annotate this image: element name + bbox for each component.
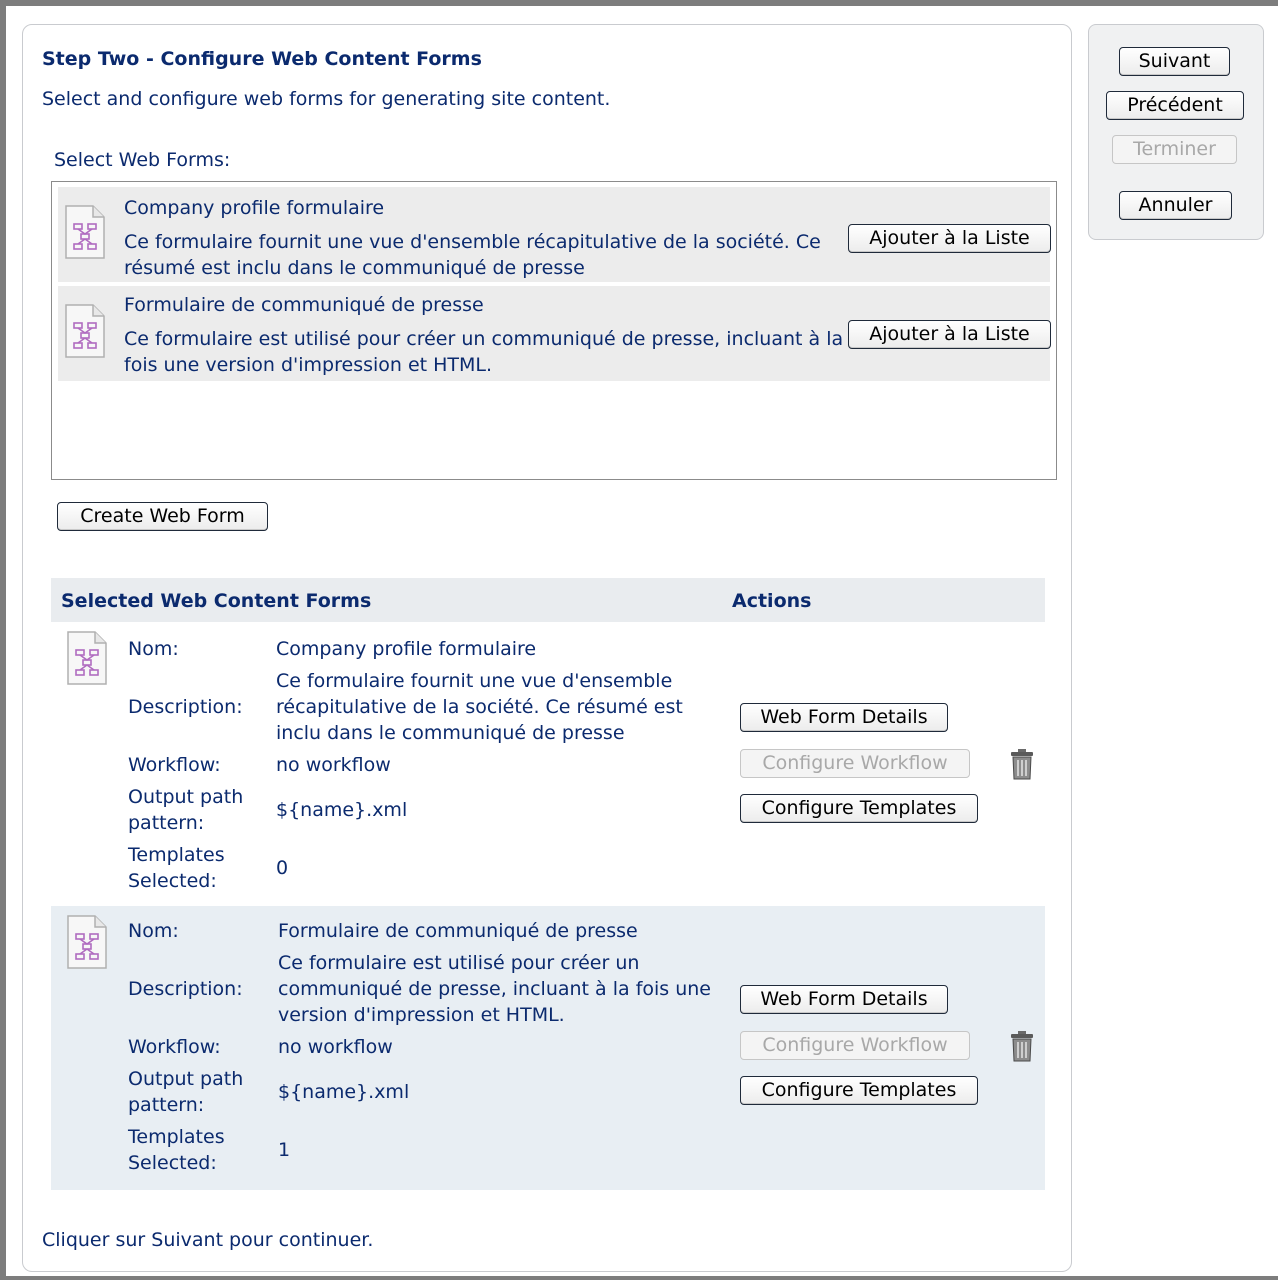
- add-to-list-button[interactable]: Ajouter à la Liste: [848, 320, 1051, 349]
- name-value: Formulaire de communiqué de presse: [278, 920, 638, 942]
- table-header: Selected Web Content Forms Actions: [51, 578, 1045, 622]
- web-form-details-button[interactable]: Web Form Details: [740, 985, 948, 1014]
- finish-button[interactable]: Terminer: [1112, 135, 1237, 164]
- next-button[interactable]: Suivant: [1119, 47, 1230, 76]
- templates-selected-value: 0: [276, 857, 289, 879]
- form-description-line: fois une version d'impression et HTML.: [124, 354, 493, 376]
- description-line: communiqué de presse, incluant à la fois…: [278, 978, 711, 1000]
- output-path-label: Output path pattern:: [128, 1066, 243, 1118]
- output-path-label-line: Output path: [128, 786, 244, 808]
- description-line: version d'impression et HTML.: [278, 1004, 565, 1026]
- configure-workflow-button[interactable]: Configure Workflow: [740, 1031, 970, 1060]
- cancel-button[interactable]: Annuler: [1119, 191, 1232, 220]
- output-path-value: ${name}.xml: [276, 799, 408, 821]
- configure-templates-button[interactable]: Configure Templates: [740, 1076, 978, 1105]
- output-path-label-line: pattern:: [128, 812, 205, 834]
- web-form-document-icon: [67, 631, 107, 685]
- name-label: Nom:: [128, 638, 179, 660]
- description-label: Description:: [128, 978, 243, 1000]
- previous-button[interactable]: Précédent: [1106, 91, 1244, 120]
- actions-heading: Actions: [732, 590, 812, 612]
- description-label: Description:: [128, 696, 243, 718]
- description-line: récapitulative de la société. Ce résumé …: [276, 696, 683, 718]
- templates-selected-label-line: Selected:: [128, 1152, 217, 1174]
- description-line: Ce formulaire fournit une vue d'ensemble: [276, 670, 673, 692]
- web-form-document-icon: [65, 205, 105, 259]
- templates-selected-label-line: Templates: [128, 844, 225, 866]
- list-item[interactable]: Company profile formulaire Ce formulaire…: [58, 187, 1051, 282]
- list-item[interactable]: Formulaire de communiqué de presse Ce fo…: [58, 286, 1051, 381]
- templates-selected-label-line: Selected:: [128, 870, 217, 892]
- templates-selected-value: 1: [278, 1139, 291, 1161]
- select-web-forms-label: Select Web Forms:: [54, 149, 231, 171]
- workflow-value: no workflow: [278, 1036, 393, 1058]
- description-value: Ce formulaire est utilisé pour créer un …: [278, 950, 711, 1028]
- window-frame-bottom: [0, 1276, 1278, 1280]
- output-path-label-line: pattern:: [128, 1094, 205, 1116]
- add-to-list-button[interactable]: Ajouter à la Liste: [848, 224, 1051, 253]
- create-web-form-button[interactable]: Create Web Form: [57, 502, 268, 531]
- web-form-details-button[interactable]: Web Form Details: [740, 703, 948, 732]
- form-description-line: résumé est inclu dans le communiqué de p…: [124, 257, 585, 279]
- configure-workflow-button[interactable]: Configure Workflow: [740, 749, 970, 778]
- templates-selected-label-line: Templates: [128, 1126, 225, 1148]
- templates-selected-label: Templates Selected:: [128, 842, 225, 894]
- wizard-subtitle: Select and configure web forms for gener…: [42, 88, 611, 110]
- form-description: Ce formulaire fournit une vue d'ensemble…: [124, 229, 844, 281]
- output-path-value: ${name}.xml: [278, 1081, 410, 1103]
- trash-icon[interactable]: [1009, 1030, 1035, 1062]
- output-path-label-line: Output path: [128, 1068, 244, 1090]
- workflow-label: Workflow:: [128, 1036, 221, 1058]
- selected-forms-table: Selected Web Content Forms Actions Nom: …: [51, 578, 1045, 1190]
- name-value: Company profile formulaire: [276, 638, 537, 660]
- table-row: Nom: Formulaire de communiqué de presse …: [51, 906, 1045, 1190]
- templates-selected-label: Templates Selected:: [128, 1124, 225, 1176]
- description-line: inclu dans le communiqué de presse: [276, 722, 625, 744]
- table-row: Nom: Company profile formulaire Descript…: [51, 622, 1045, 906]
- name-label: Nom:: [128, 920, 179, 942]
- selected-forms-heading: Selected Web Content Forms: [61, 590, 372, 612]
- wizard-title: Step Two - Configure Web Content Forms: [42, 48, 482, 70]
- form-name: Company profile formulaire: [124, 197, 385, 219]
- window-frame-left: [0, 0, 6, 1280]
- web-forms-list[interactable]: Company profile formulaire Ce formulaire…: [51, 181, 1057, 480]
- form-description: Ce formulaire est utilisé pour créer un …: [124, 326, 844, 378]
- window-frame-top: [0, 0, 1278, 6]
- web-form-document-icon: [67, 915, 107, 969]
- description-value: Ce formulaire fournit une vue d'ensemble…: [276, 668, 683, 746]
- form-name: Formulaire de communiqué de presse: [124, 294, 484, 316]
- form-description-line: Ce formulaire est utilisé pour créer un …: [124, 328, 844, 350]
- workflow-value: no workflow: [276, 754, 391, 776]
- description-line: Ce formulaire est utilisé pour créer un: [278, 952, 640, 974]
- trash-icon[interactable]: [1009, 748, 1035, 780]
- configure-templates-button[interactable]: Configure Templates: [740, 794, 978, 823]
- workflow-label: Workflow:: [128, 754, 221, 776]
- web-form-document-icon: [65, 304, 105, 358]
- output-path-label: Output path pattern:: [128, 784, 243, 836]
- footer-instruction: Cliquer sur Suivant pour continuer.: [42, 1229, 374, 1251]
- form-description-line: Ce formulaire fournit une vue d'ensemble…: [124, 231, 821, 253]
